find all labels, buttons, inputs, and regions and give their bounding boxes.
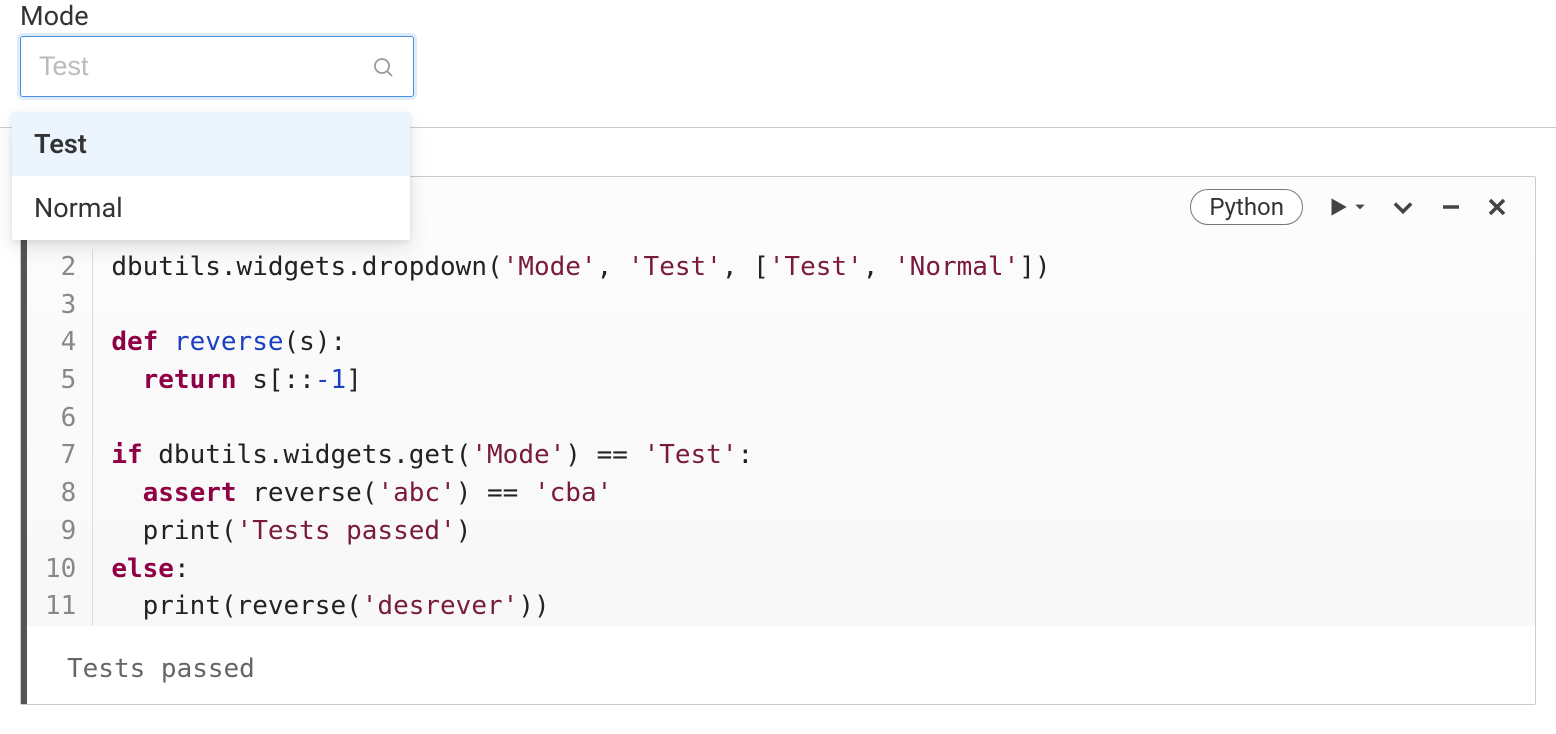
mode-dropdown-input[interactable] <box>39 51 371 82</box>
line-number: 3 <box>45 287 76 325</box>
line-number: 6 <box>45 400 76 438</box>
code-cell: Python 234567891011 dbutils.widgets.drop… <box>20 176 1536 705</box>
line-number: 4 <box>45 324 76 362</box>
expand-down-button[interactable] <box>1389 193 1417 221</box>
minimize-button[interactable] <box>1439 195 1463 219</box>
widget-label: Mode <box>20 0 1536 32</box>
run-button[interactable] <box>1325 194 1367 220</box>
search-icon <box>371 55 395 79</box>
code-editor[interactable]: 234567891011 dbutils.widgets.dropdown('M… <box>21 249 1535 626</box>
cell-active-indicator <box>21 177 27 704</box>
dropdown-menu: Test Normal <box>12 112 410 240</box>
mode-dropdown[interactable] <box>20 36 414 97</box>
dropdown-option-test[interactable]: Test <box>12 112 410 176</box>
dropdown-option-normal[interactable]: Normal <box>12 176 410 240</box>
line-number: 5 <box>45 362 76 400</box>
line-number: 10 <box>45 551 76 589</box>
code-content[interactable]: dbutils.widgets.dropdown('Mode', 'Test',… <box>93 249 1050 626</box>
line-number: 2 <box>45 249 76 287</box>
line-number: 11 <box>45 588 76 626</box>
close-button[interactable] <box>1485 195 1509 219</box>
line-number-gutter: 234567891011 <box>21 249 93 626</box>
line-number: 7 <box>45 437 76 475</box>
chevron-down-icon <box>1353 200 1367 214</box>
cell-output: Tests passed <box>21 626 1535 704</box>
line-number: 9 <box>45 513 76 551</box>
language-badge[interactable]: Python <box>1190 189 1303 225</box>
line-number: 8 <box>45 475 76 513</box>
